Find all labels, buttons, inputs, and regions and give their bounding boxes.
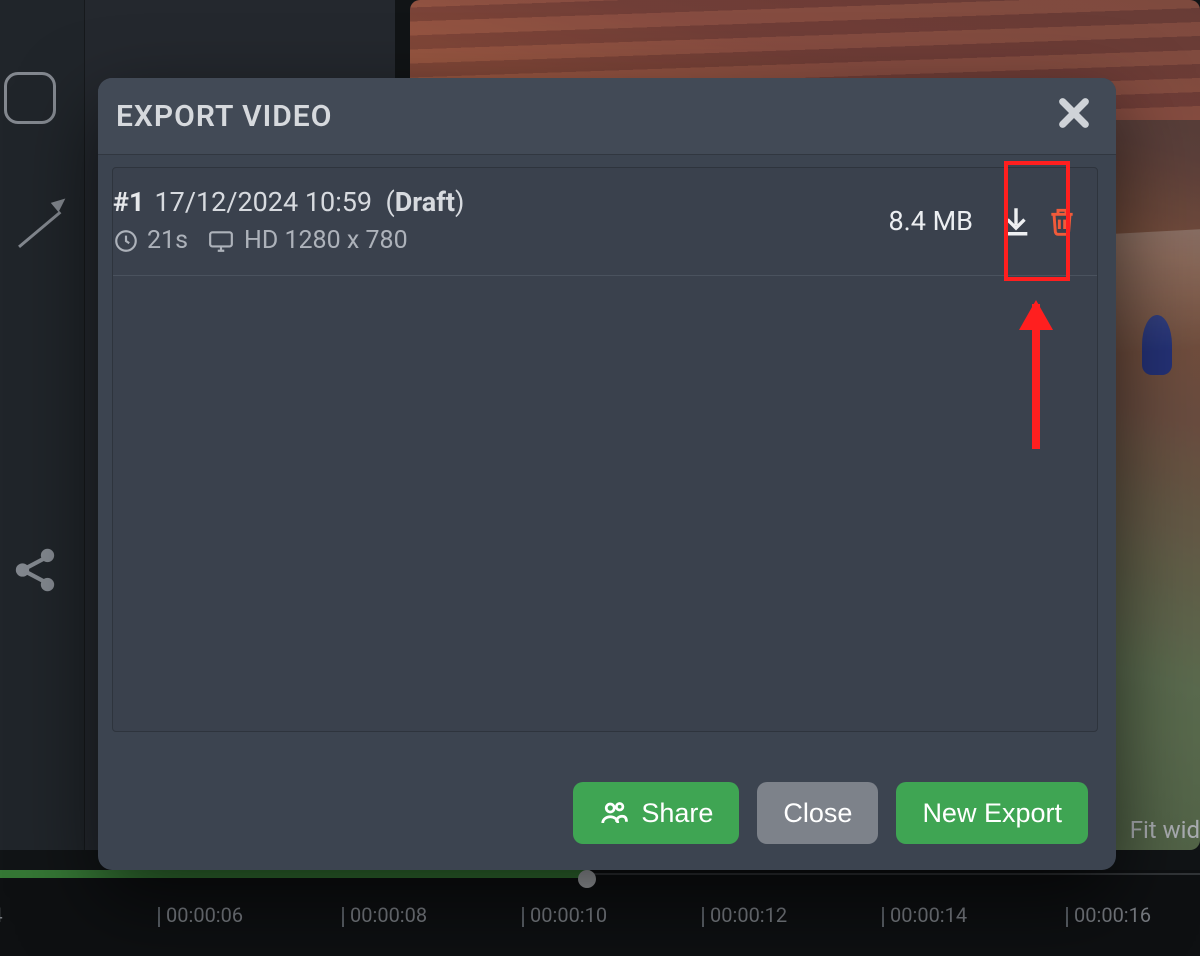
new-export-label: New Export (922, 798, 1062, 829)
export-resolution: HD 1280 x 780 (244, 226, 408, 255)
timeline-tick: 00:00:12 (702, 907, 787, 927)
timeline-tick: 00:00:14 (882, 907, 967, 927)
close-button[interactable]: Close (757, 782, 878, 844)
modal-title: EXPORT VIDEO (116, 99, 332, 134)
export-item-info: #1 17/12/2024 10:59 (Draft) 21s (113, 186, 888, 255)
clock-icon (113, 228, 139, 254)
export-duration: 21s (147, 226, 188, 255)
new-export-button[interactable]: New Export (896, 782, 1088, 844)
share-label: Share (641, 798, 713, 829)
fit-width-button[interactable]: Fit wid (1110, 816, 1200, 844)
status-label: Draft (395, 186, 455, 218)
close-label: Close (783, 798, 852, 829)
status-close: ) (455, 186, 464, 218)
delete-icon[interactable] (1039, 198, 1085, 244)
export-video-modal: EXPORT VIDEO #1 17/12/2024 10:59 (Draft) (98, 78, 1116, 870)
modal-footer: Share Close New Export (98, 756, 1116, 870)
monitor-icon (206, 228, 236, 254)
download-icon[interactable] (993, 198, 1039, 244)
status-open: ( (386, 186, 395, 218)
timeline-played (0, 870, 590, 878)
arrow-tool-icon[interactable] (18, 200, 72, 254)
timeline-tick: 0:04 (0, 907, 3, 927)
annotation-arrow (1032, 304, 1040, 449)
timeline-playhead[interactable] (578, 870, 596, 888)
export-id: #1 (113, 186, 144, 218)
share-button[interactable]: Share (573, 782, 739, 844)
connection-tool-icon[interactable] (10, 545, 64, 605)
timeline-tick: 00:00:06 (158, 907, 243, 927)
timeline-tick: 00:00:08 (342, 907, 427, 927)
export-list[interactable]: #1 17/12/2024 10:59 (Draft) 21s (112, 167, 1098, 732)
export-size: 8.4 MB (888, 205, 973, 237)
tool-rail (0, 0, 85, 850)
timeline-ticks: 0:04 00:00:06 00:00:08 00:00:10 00:00:12 00:0… (0, 895, 1200, 950)
video-player-figure (1142, 315, 1172, 375)
timeline-remain (590, 873, 1200, 875)
people-icon (599, 798, 629, 828)
export-item: #1 17/12/2024 10:59 (Draft) 21s (113, 168, 1097, 276)
modal-header: EXPORT VIDEO (98, 78, 1116, 155)
export-status: (Draft) (372, 186, 464, 218)
export-date: 17/12/2024 10:59 (154, 186, 372, 218)
timeline-tick: 00:00:16 (1066, 907, 1151, 927)
shape-tool-icon[interactable] (4, 72, 56, 124)
close-icon[interactable] (1054, 96, 1094, 137)
timeline-tick: 00:00:10 (522, 907, 607, 927)
